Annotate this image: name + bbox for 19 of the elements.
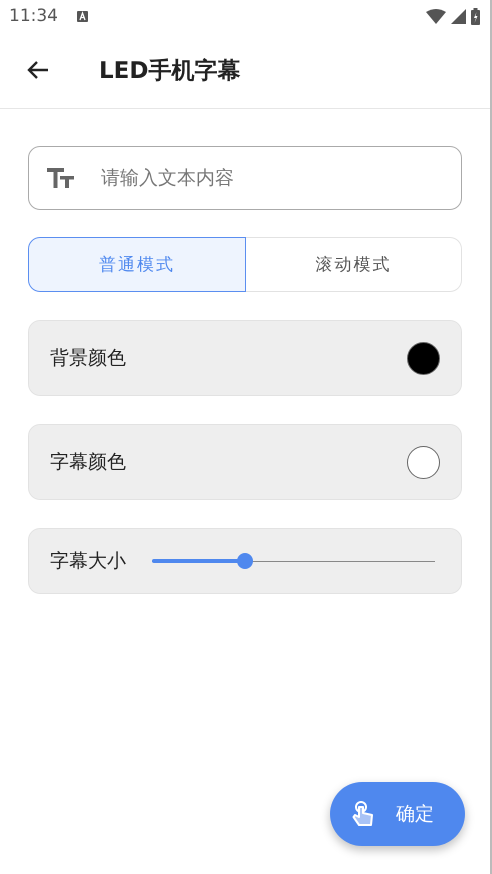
signal-icon: [451, 8, 466, 24]
notification-icon: [77, 10, 88, 22]
mode-tab[interactable]: 滚动模式: [246, 237, 462, 292]
color-swatch[interactable]: [407, 446, 440, 478]
battery-icon: [471, 8, 480, 24]
setting-card[interactable]: 背景颜色: [28, 320, 462, 396]
page-title: LED手机字幕: [99, 56, 240, 86]
setting-label: 字幕颜色: [50, 450, 126, 475]
tap-hand-icon: [352, 801, 374, 827]
setting-label: 背景颜色: [50, 346, 126, 371]
text-size-icon: [47, 168, 75, 188]
text-input-field[interactable]: 请输入文本内容: [28, 146, 462, 210]
wifi-icon: [426, 8, 446, 24]
back-arrow-icon[interactable]: [27, 60, 49, 80]
setting-card[interactable]: 字幕颜色: [28, 424, 462, 500]
setting-label: 字幕大小: [50, 549, 126, 574]
text-input[interactable]: 请输入文本内容: [99, 166, 461, 190]
color-swatch[interactable]: [407, 342, 440, 374]
status-time: 11:34: [9, 6, 58, 26]
